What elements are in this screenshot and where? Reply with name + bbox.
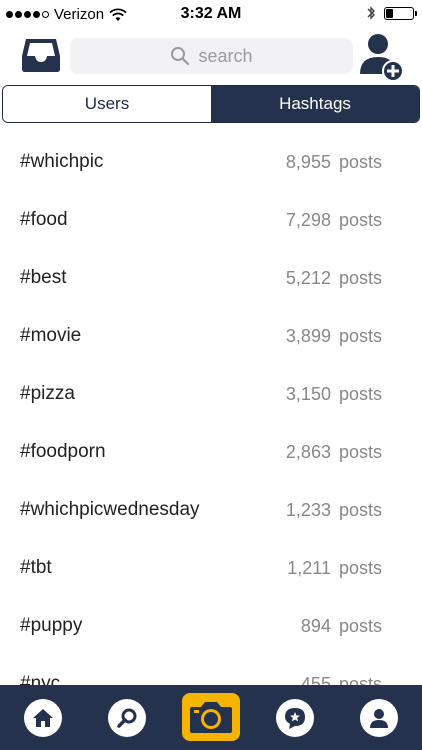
post-count: 3,150 posts	[286, 384, 382, 405]
hashtag-label: #best	[20, 267, 67, 288]
status-time: 3:32 AM	[180, 5, 242, 22]
post-count-value: 894	[300, 615, 331, 636]
inbox-icon	[22, 39, 60, 72]
post-count-value: 3,150	[285, 383, 331, 404]
post-count-value: 5,212	[285, 267, 331, 288]
hashtag-label: #whichpic	[20, 151, 104, 172]
tab-activity[interactable]	[276, 699, 314, 737]
add-user-button[interactable]	[358, 30, 406, 82]
list-item[interactable]: #pizza 3,150 posts	[0, 365, 422, 423]
tab-bar	[0, 685, 422, 750]
post-count-unit: posts	[338, 383, 382, 404]
post-count-unit: posts	[338, 615, 382, 636]
post-count-value: 7,298	[285, 209, 331, 230]
star-chat-icon	[285, 708, 305, 729]
header: search	[0, 28, 422, 84]
post-count-unit: posts	[338, 209, 382, 230]
hashtag-label: #food	[20, 209, 68, 230]
tab-camera[interactable]	[182, 693, 240, 741]
post-count: 894 posts	[301, 616, 382, 637]
post-count-value: 2,863	[285, 441, 331, 462]
status-bar: Verizon 3:32 AM	[0, 0, 422, 28]
list-item[interactable]: #food 7,298 posts	[0, 191, 422, 249]
post-count-unit: posts	[338, 151, 382, 172]
tab-hashtags[interactable]: Hashtags	[211, 86, 419, 122]
list-item[interactable]: #best 5,212 posts	[0, 249, 422, 307]
home-icon	[33, 709, 53, 727]
post-count-unit: posts	[338, 267, 382, 288]
post-count: 3,899 posts	[286, 326, 382, 347]
list-item[interactable]: #movie 3,899 posts	[0, 307, 422, 365]
search-icon	[171, 47, 190, 66]
search-placeholder: search	[198, 45, 253, 66]
post-count: 455 posts	[301, 674, 382, 686]
status-right	[366, 5, 417, 21]
post-count: 5,212 posts	[286, 268, 382, 289]
post-count: 8,955 posts	[286, 152, 382, 173]
hashtag-label: #movie	[20, 325, 82, 346]
search-input[interactable]: search	[70, 38, 353, 74]
hashtag-label: #pizza	[20, 383, 75, 404]
tab-profile[interactable]	[360, 699, 398, 737]
hashtag-label: #foodporn	[20, 441, 106, 462]
battery-tip	[415, 10, 417, 16]
hashtag-label: #whichpicwednesday	[20, 499, 200, 520]
post-count-value: 1,233	[285, 499, 331, 520]
hashtag-label: #puppy	[20, 615, 83, 636]
post-count-value: 455	[300, 673, 331, 686]
list-item[interactable]: #foodporn 2,863 posts	[0, 423, 422, 481]
post-count-unit: posts	[338, 557, 382, 578]
list-item[interactable]: #whichpicwednesday 1,233 posts	[0, 481, 422, 539]
list-item[interactable]: #whichpic 8,955 posts	[0, 133, 422, 191]
post-count: 1,211 posts	[287, 558, 382, 579]
hashtag-list: #whichpic 8,955 posts #food 7,298 posts …	[0, 133, 422, 685]
inbox-button[interactable]	[20, 36, 62, 74]
segmented-control: Users Hashtags	[2, 85, 420, 123]
post-count-unit: posts	[338, 673, 382, 686]
bluetooth-icon	[367, 6, 375, 20]
tab-home[interactable]	[24, 699, 62, 737]
post-count-value: 3,899	[285, 325, 331, 346]
list-item[interactable]: #tbt 1,211 posts	[0, 539, 422, 597]
add-user-icon	[360, 34, 404, 82]
post-count-unit: posts	[338, 325, 382, 346]
post-count: 2,863 posts	[286, 442, 382, 463]
profile-icon	[370, 709, 388, 728]
tab-users[interactable]: Users	[3, 86, 211, 122]
battery-level	[386, 8, 393, 18]
camera-icon	[190, 702, 232, 733]
post-count: 7,298 posts	[286, 210, 382, 231]
hashtag-label: #tbt	[20, 557, 52, 578]
post-count-unit: posts	[338, 499, 382, 520]
post-count-unit: posts	[338, 441, 382, 462]
list-item[interactable]: #puppy 894 posts	[0, 597, 422, 655]
hashtag-label: #nyc	[20, 673, 61, 685]
post-count: 1,233 posts	[286, 500, 382, 521]
post-count-value: 8,955	[285, 151, 331, 172]
battery-icon	[384, 6, 417, 20]
list-item[interactable]: #nyc 455 posts	[0, 655, 422, 685]
tab-search[interactable]	[108, 699, 146, 737]
search-icon	[117, 708, 137, 728]
post-count-value: 1,211	[287, 557, 331, 578]
